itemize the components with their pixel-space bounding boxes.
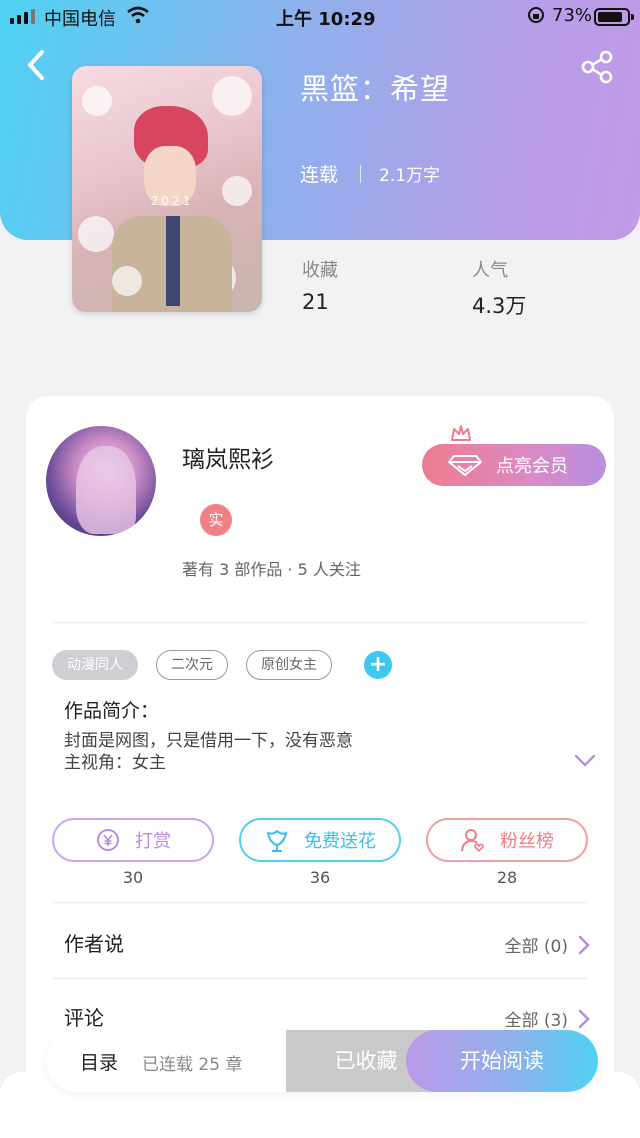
section-label: 作者说 (64, 932, 124, 956)
share-icon (581, 50, 613, 84)
see-all-label: 全部 (0) (504, 937, 568, 957)
fan-ranking-button[interactable]: 粉丝榜 (426, 818, 588, 862)
fan-count: 28 (496, 868, 518, 887)
start-reading-button[interactable]: 开始阅读 (406, 1030, 598, 1092)
intro-line: 主视角：女主 (64, 753, 166, 773)
vip-label: 点亮会员 (496, 456, 568, 477)
toc-button[interactable]: 目录 (80, 1048, 118, 1075)
author-avatar[interactable] (46, 426, 156, 536)
stat-label: 收藏 (302, 260, 338, 281)
see-all-link[interactable]: 全部 (3) (505, 1006, 590, 1031)
battery-percent: 73% (552, 5, 593, 26)
diamond-icon (448, 455, 482, 476)
action-label: 粉丝榜 (500, 831, 554, 852)
comments-row[interactable]: 评论 全部 (3) (64, 1002, 590, 1031)
chevron-right-icon (578, 935, 590, 954)
section-label: 评论 (64, 1006, 104, 1030)
share-button[interactable] (580, 50, 616, 84)
action-label: 免费送花 (304, 831, 376, 852)
yen-icon (97, 829, 119, 851)
chapter-count: 已连载 25 章 (142, 1055, 243, 1075)
see-all-label: 全部 (3) (504, 1011, 568, 1031)
send-flower-button[interactable]: 免费送花 (239, 818, 401, 862)
intro-line: 封面是网图，只是借用一下，没有恶意 (64, 731, 353, 751)
author-notes-row[interactable]: 作者说 全部 (0) (64, 928, 590, 957)
author-stats: 著有 3 部作品 · 5 人关注 (182, 560, 361, 579)
flower-icon (267, 830, 287, 852)
divider (52, 622, 588, 623)
bottom-action-bar: 目录 已连载 25 章 已收藏 开始阅读 (46, 1030, 598, 1092)
cover-watermark: 2021 (150, 194, 194, 208)
tag-item[interactable]: 动漫同人 (52, 650, 138, 680)
carrier-name: 中国电信 (44, 9, 116, 30)
back-button[interactable] (22, 48, 52, 82)
stat-favorites: 收藏 21 (302, 256, 338, 314)
serial-status: 连载 (300, 164, 339, 186)
add-tag-button[interactable]: + (364, 651, 392, 679)
battery-icon (594, 8, 634, 26)
verified-badge: 实 (200, 504, 232, 536)
flower-count: 36 (309, 868, 331, 887)
crown-icon (451, 425, 471, 441)
clock: 上午 10:29 (276, 9, 376, 30)
tip-count: 30 (122, 868, 144, 887)
stat-label: 人气 (472, 260, 508, 281)
book-cover[interactable]: 2021 (72, 66, 262, 312)
rotation-lock-icon (526, 5, 546, 30)
expand-chevron-icon[interactable] (574, 754, 596, 768)
stat-value: 4.3万 (472, 294, 527, 318)
vip-button[interactable]: 点亮会员 (422, 444, 606, 486)
stat-popularity: 人气 4.3万 (472, 256, 526, 320)
book-title: 黑篮：希望 (300, 72, 451, 106)
tag-list: 动漫同人 二次元 原创女主 + (52, 650, 392, 680)
tag-item[interactable]: 二次元 (156, 650, 228, 680)
see-all-link[interactable]: 全部 (0) (505, 932, 590, 957)
wifi-icon (126, 6, 150, 29)
book-meta: 连载 2.1万字 (300, 160, 440, 187)
tag-item[interactable]: 原创女主 (246, 650, 332, 680)
fan-icon (461, 829, 484, 853)
tip-button[interactable]: 打赏 (52, 818, 214, 862)
chevron-right-icon (578, 1009, 590, 1028)
intro-heading: 作品简介： (64, 700, 160, 722)
divider (52, 902, 588, 903)
signal-icon (10, 9, 35, 24)
divider (52, 978, 588, 979)
intro-text: 封面是网图，只是借用一下，没有恶意 主视角：女主 (64, 730, 353, 774)
word-count: 2.1万字 (379, 166, 441, 186)
detail-card: 璃岚熙衫 实 著有 3 部作品 · 5 人关注 点亮会员 动漫同人 二次元 原创… (26, 396, 614, 1116)
status-bar: 中国电信 上午 10:29 73% (0, 0, 640, 34)
action-label: 打赏 (135, 831, 171, 852)
author-name[interactable]: 璃岚熙衫 (182, 440, 274, 474)
chevron-left-icon (28, 50, 44, 80)
stat-value: 21 (302, 290, 329, 314)
